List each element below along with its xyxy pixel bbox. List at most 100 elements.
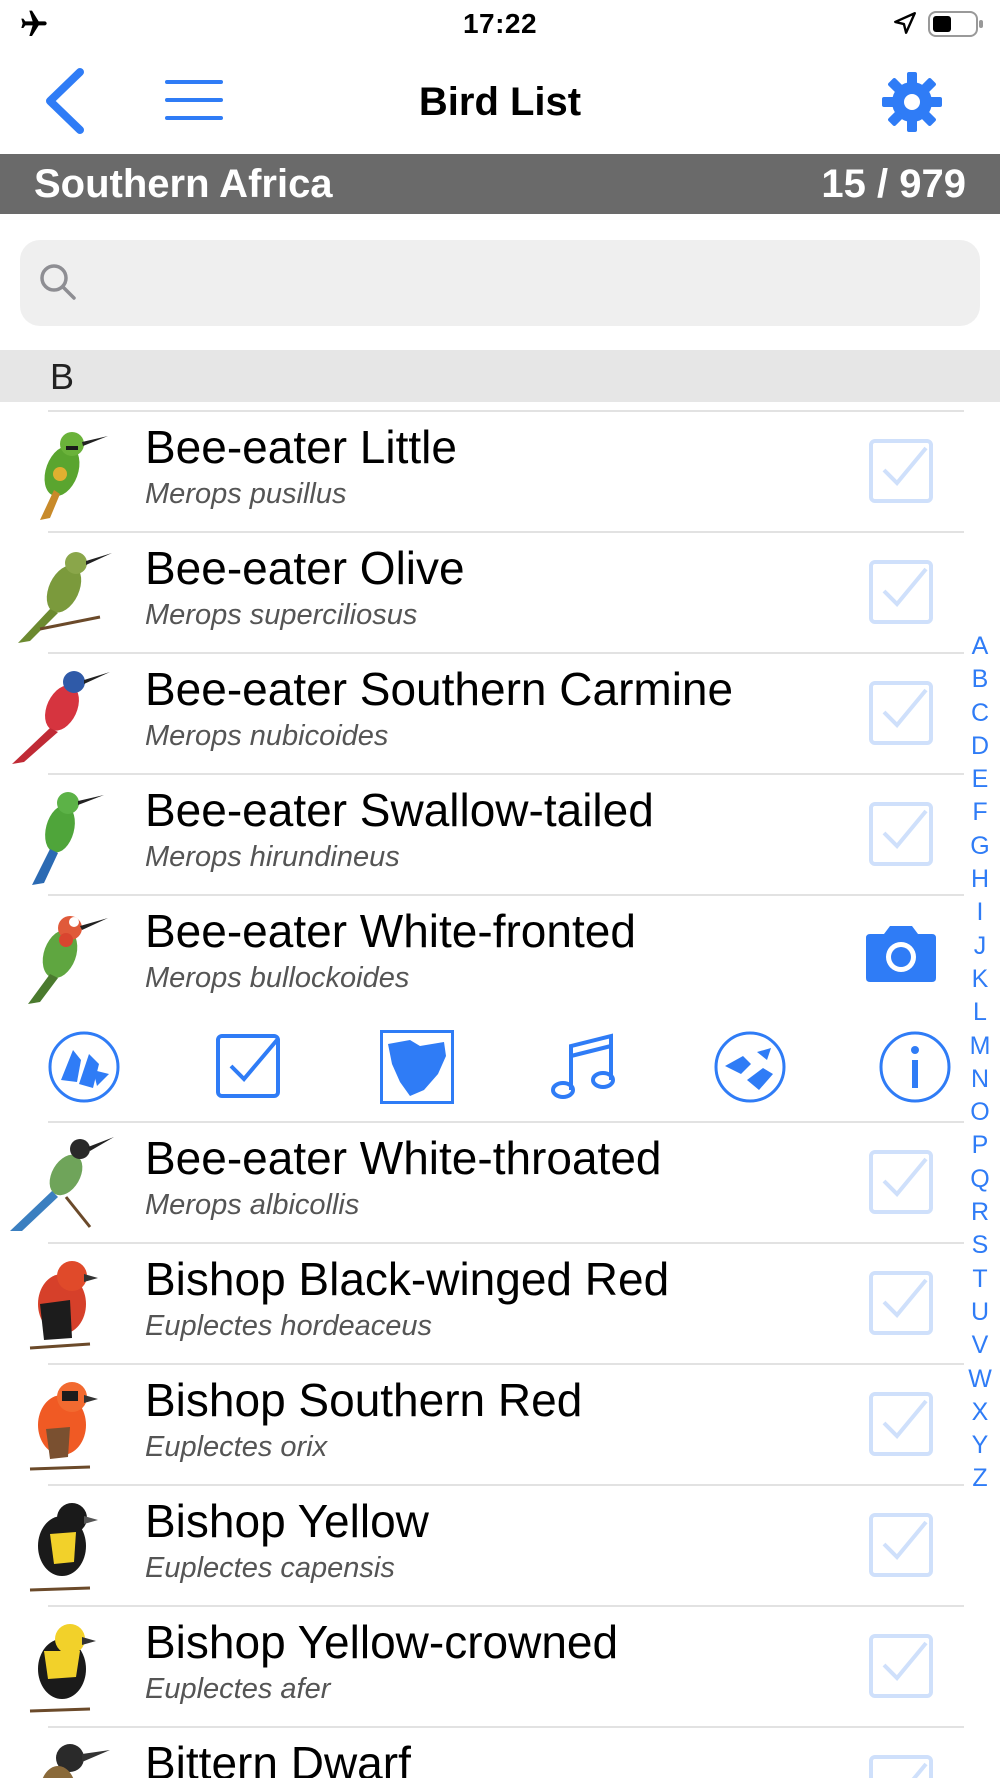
index-letter[interactable]: Z <box>962 1462 998 1495</box>
alphabet-index[interactable]: A B C D E F G H I J K L M N O P Q R S T … <box>962 630 998 1496</box>
bird-thumbnail <box>28 916 108 1004</box>
bird-thumbnail <box>32 792 104 885</box>
index-letter[interactable]: U <box>962 1296 998 1329</box>
bird-scientific-name: Euplectes afer <box>145 1673 331 1705</box>
index-letter[interactable]: J <box>962 930 998 963</box>
list-item[interactable]: Bishop Yellow-crowned Euplectes afer <box>0 1605 1000 1726</box>
checkbox-icon[interactable] <box>868 1754 934 1778</box>
list-item[interactable]: Bee-eater Olive Merops superciliosus <box>0 531 1000 652</box>
index-letter[interactable]: B <box>962 663 998 696</box>
bird-thumbnail <box>18 552 112 643</box>
bird-scientific-name: Merops hirundineus <box>145 841 400 873</box>
index-letter[interactable]: W <box>962 1363 998 1396</box>
bird-scientific-name: Euplectes hordeaceus <box>145 1310 432 1342</box>
index-letter[interactable]: Q <box>962 1163 998 1196</box>
index-letter[interactable]: O <box>962 1096 998 1129</box>
search-bar[interactable] <box>20 240 980 328</box>
divider <box>48 894 964 896</box>
bird-scientific-name: Merops pusillus <box>145 478 347 510</box>
divider <box>48 1605 964 1607</box>
list-item[interactable]: Bee-eater Little Merops pusillus <box>0 410 1000 531</box>
bird-common-name: Bee-eater Swallow-tailed <box>145 784 654 836</box>
list-item[interactable]: Bee-eater White-throated Merops albicoll… <box>0 1121 1000 1242</box>
divider <box>48 773 964 775</box>
checkbox-icon[interactable] <box>868 1149 934 1215</box>
bird-common-name: Bittern Dwarf <box>145 1737 411 1778</box>
region-map-icon[interactable] <box>380 1030 454 1104</box>
bird-common-name: Bishop Southern Red <box>145 1374 583 1426</box>
camera-icon[interactable] <box>862 922 940 986</box>
bird-scientific-name: Merops albicollis <box>145 1189 360 1221</box>
index-letter[interactable]: R <box>962 1196 998 1229</box>
section-letter: B <box>50 356 75 397</box>
bird-common-name: Bee-eater White-throated <box>145 1132 662 1184</box>
bird-thumbnail <box>29 1624 96 1713</box>
index-letter[interactable]: M <box>962 1030 998 1063</box>
bird-scientific-name: Merops bullockoides <box>145 962 410 994</box>
list-item[interactable]: Bishop Yellow Euplectes capensis <box>0 1484 1000 1605</box>
index-letter[interactable]: C <box>962 697 998 730</box>
list-item[interactable]: Bishop Black-winged Red Euplectes hordea… <box>0 1242 1000 1363</box>
divider <box>48 1726 964 1728</box>
divider <box>48 1121 964 1123</box>
list-item[interactable]: Bittern Dwarf <box>0 1726 1000 1778</box>
index-letter[interactable]: N <box>962 1063 998 1096</box>
divider <box>48 410 964 412</box>
index-letter[interactable]: F <box>962 796 998 829</box>
info-icon[interactable] <box>878 1030 952 1104</box>
index-letter[interactable]: I <box>962 896 998 929</box>
index-letter[interactable]: S <box>962 1229 998 1262</box>
bird-common-name: Bee-eater Southern Carmine <box>145 663 734 715</box>
section-header: B <box>0 350 1000 402</box>
index-letter[interactable]: E <box>962 763 998 796</box>
divider <box>48 1363 964 1365</box>
checkbox-icon[interactable] <box>213 1030 287 1104</box>
checkbox-icon[interactable] <box>868 680 934 746</box>
index-letter[interactable]: X <box>962 1396 998 1429</box>
status-time: 17:22 <box>462 8 538 39</box>
row-action-bar <box>0 1018 960 1118</box>
divider <box>48 1484 964 1486</box>
search-input[interactable] <box>92 240 956 328</box>
index-letter[interactable]: P <box>962 1129 998 1162</box>
checkbox-icon[interactable] <box>868 1270 934 1336</box>
checkbox-icon[interactable] <box>868 1512 934 1578</box>
list-item-selected[interactable]: Bee-eater White-fronted Merops bullockoi… <box>0 894 1000 1015</box>
bird-scientific-name: Euplectes capensis <box>145 1552 395 1584</box>
divider <box>48 1242 964 1244</box>
index-letter[interactable]: L <box>962 996 998 1029</box>
index-letter[interactable]: Y <box>962 1429 998 1462</box>
list-item[interactable]: Bee-eater Southern Carmine Merops nubico… <box>0 652 1000 773</box>
gear-icon[interactable] <box>880 70 944 134</box>
checkbox-icon[interactable] <box>868 438 934 504</box>
bird-thumbnail <box>42 1744 110 1778</box>
checkbox-icon[interactable] <box>868 801 934 867</box>
status-bar: 17:22 <box>0 0 1000 50</box>
bird-thumbnail <box>40 432 108 520</box>
location-arrow-icon <box>894 12 916 34</box>
index-letter[interactable]: A <box>962 630 998 663</box>
list-item[interactable]: Bishop Southern Red Euplectes orix <box>0 1363 1000 1484</box>
bird-common-name: Bee-eater White-fronted <box>145 905 636 957</box>
divider <box>48 652 964 654</box>
index-letter[interactable]: G <box>962 830 998 863</box>
index-letter[interactable]: K <box>962 963 998 996</box>
bird-common-name: Bee-eater Olive <box>145 542 465 594</box>
bird-thumbnail <box>29 1382 98 1471</box>
search-icon <box>40 264 76 300</box>
index-letter[interactable]: H <box>962 863 998 896</box>
navigation-bar: back Bird List <box>0 50 1000 154</box>
index-letter[interactable]: V <box>962 1329 998 1362</box>
index-letter[interactable]: D <box>962 730 998 763</box>
music-note-icon[interactable] <box>547 1030 621 1104</box>
bird-count: 15 / 979 <box>821 162 966 206</box>
bird-thumbnail <box>12 671 110 764</box>
checkbox-icon[interactable] <box>868 1633 934 1699</box>
index-letter[interactable]: T <box>962 1263 998 1296</box>
checkbox-icon[interactable] <box>868 1391 934 1457</box>
region-name: Southern Africa <box>34 162 333 206</box>
similar-birds-icon[interactable] <box>713 1030 787 1104</box>
list-item[interactable]: Bee-eater Swallow-tailed Merops hirundin… <box>0 773 1000 894</box>
checkbox-icon[interactable] <box>868 559 934 625</box>
compare-birds-icon[interactable] <box>47 1030 121 1104</box>
